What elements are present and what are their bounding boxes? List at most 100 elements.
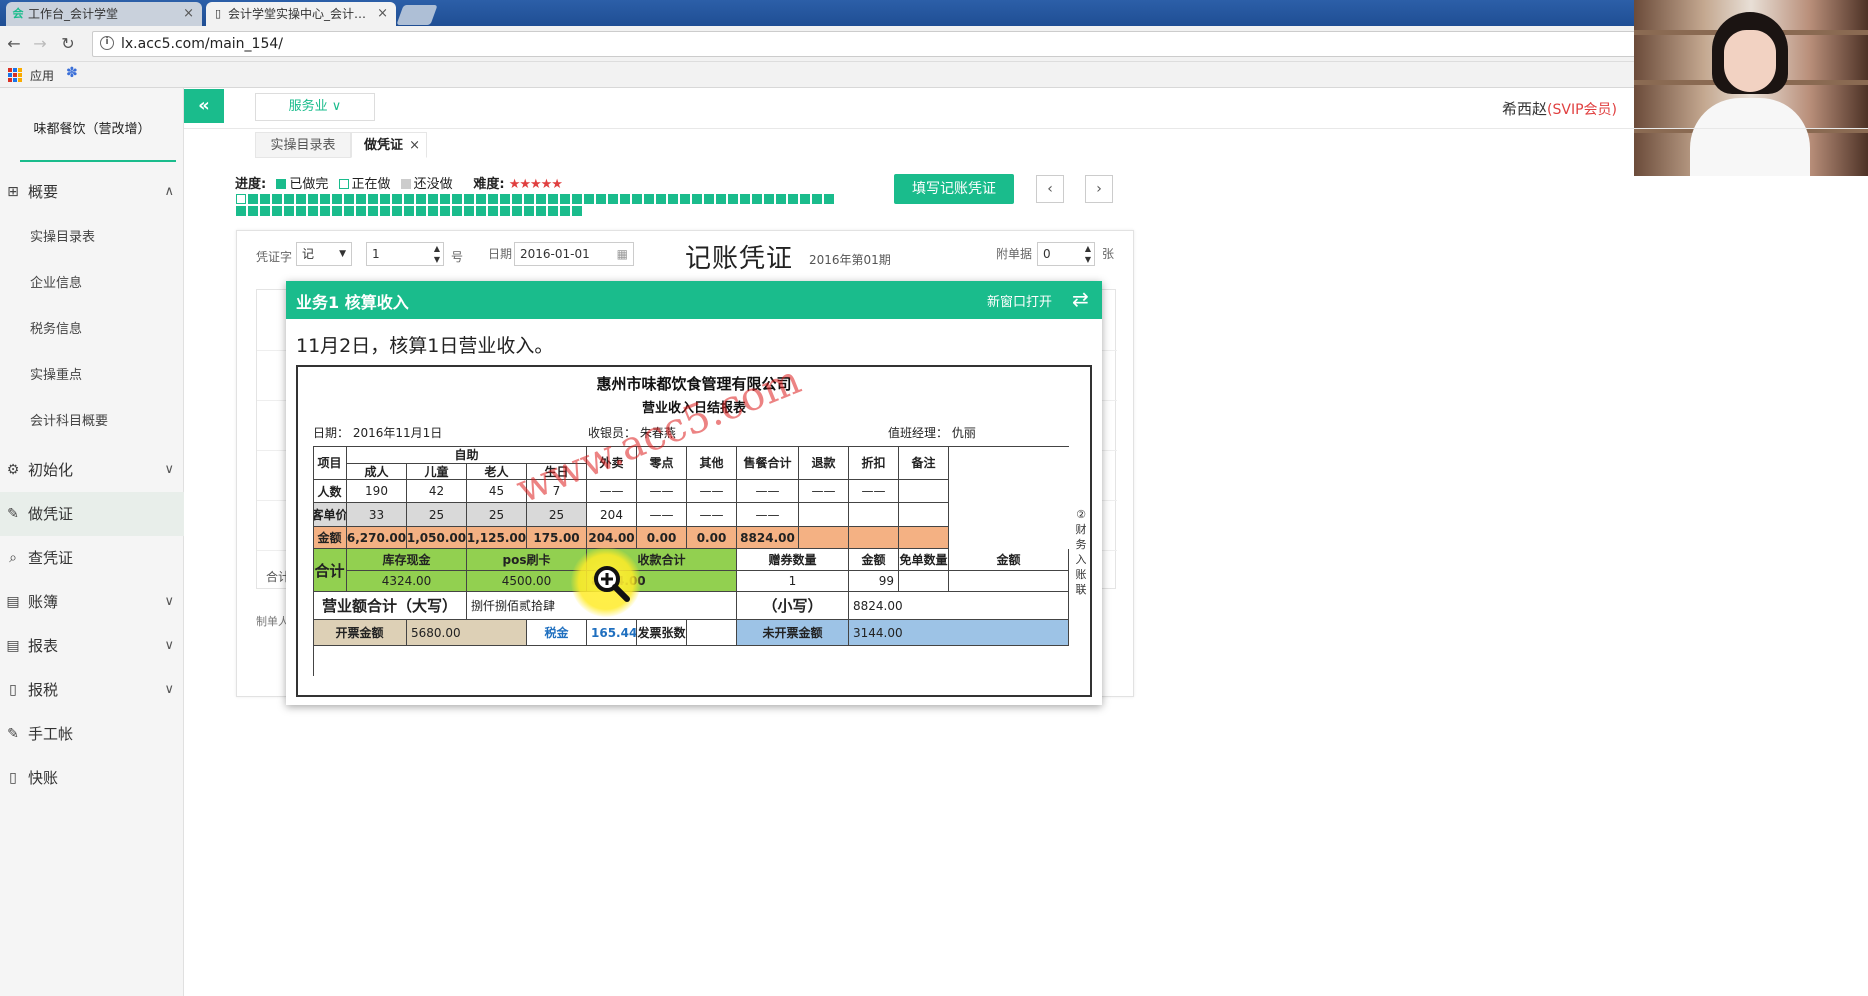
progress-cell[interactable] — [236, 206, 246, 216]
prev-task-button[interactable]: ‹ — [1036, 175, 1064, 203]
progress-cell[interactable] — [812, 194, 822, 204]
progress-cell[interactable] — [440, 194, 450, 204]
sidebar-item-init[interactable]: ⚙ 初始化 ∨ — [0, 448, 184, 492]
progress-cell[interactable] — [572, 206, 582, 216]
user-info[interactable]: 希西赵(SVIP会员) — [1502, 98, 1617, 119]
progress-cell[interactable] — [788, 194, 798, 204]
progress-cell[interactable] — [428, 194, 438, 204]
date-input[interactable]: 2016-01-01 ▦ — [514, 242, 634, 266]
progress-cell[interactable] — [248, 194, 258, 204]
sidebar-item-tax[interactable]: ▯ 报税 ∨ — [0, 668, 184, 712]
progress-cell[interactable] — [260, 194, 270, 204]
progress-cell[interactable] — [548, 206, 558, 216]
progress-cell[interactable] — [668, 194, 678, 204]
progress-cell[interactable] — [500, 206, 510, 216]
next-task-button[interactable]: › — [1085, 175, 1113, 203]
progress-cell[interactable] — [404, 194, 414, 204]
address-bar[interactable]: lx.acc5.com/main_154/ — [92, 31, 1637, 57]
progress-cell[interactable] — [308, 194, 318, 204]
progress-cell[interactable] — [536, 194, 546, 204]
chevron-icon[interactable]: ∨ — [164, 580, 174, 624]
progress-cell[interactable] — [488, 206, 498, 216]
voucher-word-select[interactable]: 记 ▼ — [296, 242, 352, 266]
info-icon[interactable]: i — [100, 36, 114, 50]
progress-cell[interactable] — [656, 194, 666, 204]
progress-cell[interactable] — [764, 194, 774, 204]
voucher-number-stepper[interactable]: 1 ▲ ▼ — [366, 242, 444, 266]
progress-cell[interactable] — [236, 194, 246, 204]
progress-cell[interactable] — [560, 206, 570, 216]
close-tab-icon[interactable]: × — [183, 2, 194, 26]
chevron-icon[interactable]: ∧ — [164, 170, 174, 214]
progress-cell[interactable] — [740, 194, 750, 204]
daily-revenue-report[interactable]: 惠州市味都饮食管理有限公司 营业收入日结报表 日期： 2016年11月1日 收银… — [296, 365, 1092, 697]
progress-cell[interactable] — [500, 194, 510, 204]
progress-cell[interactable] — [488, 194, 498, 204]
progress-cell[interactable] — [524, 206, 534, 216]
collapse-sidebar-button[interactable]: « — [184, 89, 224, 123]
paw-bookmark-icon[interactable]: ✽ — [66, 65, 78, 81]
progress-cell[interactable] — [512, 206, 522, 216]
back-arrow-icon[interactable]: ← — [4, 34, 24, 54]
sidebar-item-manual[interactable]: ✎ 手工帐 — [0, 712, 184, 756]
progress-cell[interactable] — [704, 194, 714, 204]
progress-cell[interactable] — [440, 206, 450, 216]
tab-practice-catalog[interactable]: 实操目录表 — [255, 132, 351, 158]
progress-cell[interactable] — [404, 206, 414, 216]
progress-cell[interactable] — [632, 194, 642, 204]
progress-cell[interactable] — [572, 194, 582, 204]
progress-cell[interactable] — [284, 194, 294, 204]
progress-cell[interactable] — [608, 194, 618, 204]
apps-label[interactable]: 应用 — [30, 67, 54, 84]
progress-cell[interactable] — [728, 194, 738, 204]
progress-cell[interactable] — [584, 194, 594, 204]
progress-cell[interactable] — [320, 194, 330, 204]
progress-cell[interactable] — [428, 206, 438, 216]
progress-cell[interactable] — [716, 194, 726, 204]
progress-cell[interactable] — [452, 194, 462, 204]
progress-cell[interactable] — [416, 194, 426, 204]
progress-cell[interactable] — [548, 194, 558, 204]
new-tab-button[interactable] — [396, 5, 438, 25]
sidebar-item-ledger[interactable]: ▤ 账簿 ∨ — [0, 580, 184, 624]
close-tab-icon[interactable]: × — [377, 2, 388, 26]
sidebar-subitem[interactable]: 会计科目概要 — [0, 402, 184, 442]
progress-cell[interactable] — [380, 206, 390, 216]
sidebar-item-query-voucher[interactable]: ⌕ 查凭证 — [0, 536, 184, 580]
chevron-icon[interactable]: ∨ — [164, 668, 174, 712]
reload-icon[interactable]: ↻ — [58, 34, 78, 54]
progress-cell[interactable] — [620, 194, 630, 204]
progress-cell[interactable] — [452, 206, 462, 216]
sidebar-subitem[interactable]: 企业信息 — [0, 264, 184, 304]
sidebar-item-make-voucher[interactable]: ✎ 做凭证 — [0, 492, 184, 536]
progress-cell[interactable] — [560, 194, 570, 204]
progress-cell[interactable] — [824, 194, 834, 204]
progress-cell[interactable] — [536, 206, 546, 216]
progress-cell[interactable] — [344, 206, 354, 216]
progress-cell[interactable] — [776, 194, 786, 204]
progress-cell[interactable] — [392, 206, 402, 216]
industry-dropdown[interactable]: 服务业 ∨ — [255, 93, 375, 121]
progress-cell[interactable] — [332, 194, 342, 204]
sidebar-item-reports[interactable]: ▤ 报表 ∨ — [0, 624, 184, 668]
progress-cell[interactable] — [344, 194, 354, 204]
progress-cell[interactable] — [692, 194, 702, 204]
sidebar-item-quick[interactable]: ▯ 快账 — [0, 756, 184, 800]
fill-voucher-button[interactable]: 填写记账凭证 — [894, 174, 1014, 204]
progress-cell[interactable] — [296, 194, 306, 204]
progress-cell[interactable] — [380, 194, 390, 204]
progress-cell[interactable] — [248, 206, 258, 216]
progress-cell[interactable] — [284, 206, 294, 216]
browser-tab-workbench[interactable]: 会 工作台_会计学堂 × — [6, 2, 202, 26]
apps-grid-icon[interactable] — [8, 68, 22, 82]
progress-cell[interactable] — [644, 194, 654, 204]
attachment-stepper[interactable]: 0 ▲ ▼ — [1037, 242, 1095, 266]
sidebar-subitem[interactable]: 税务信息 — [0, 310, 184, 350]
chevron-icon[interactable]: ∨ — [164, 448, 174, 492]
progress-cell[interactable] — [272, 194, 282, 204]
progress-cell[interactable] — [296, 206, 306, 216]
progress-cell[interactable] — [464, 194, 474, 204]
progress-cell[interactable] — [524, 194, 534, 204]
sidebar-subitem[interactable]: 实操目录表 — [0, 218, 184, 258]
progress-cell[interactable] — [368, 206, 378, 216]
